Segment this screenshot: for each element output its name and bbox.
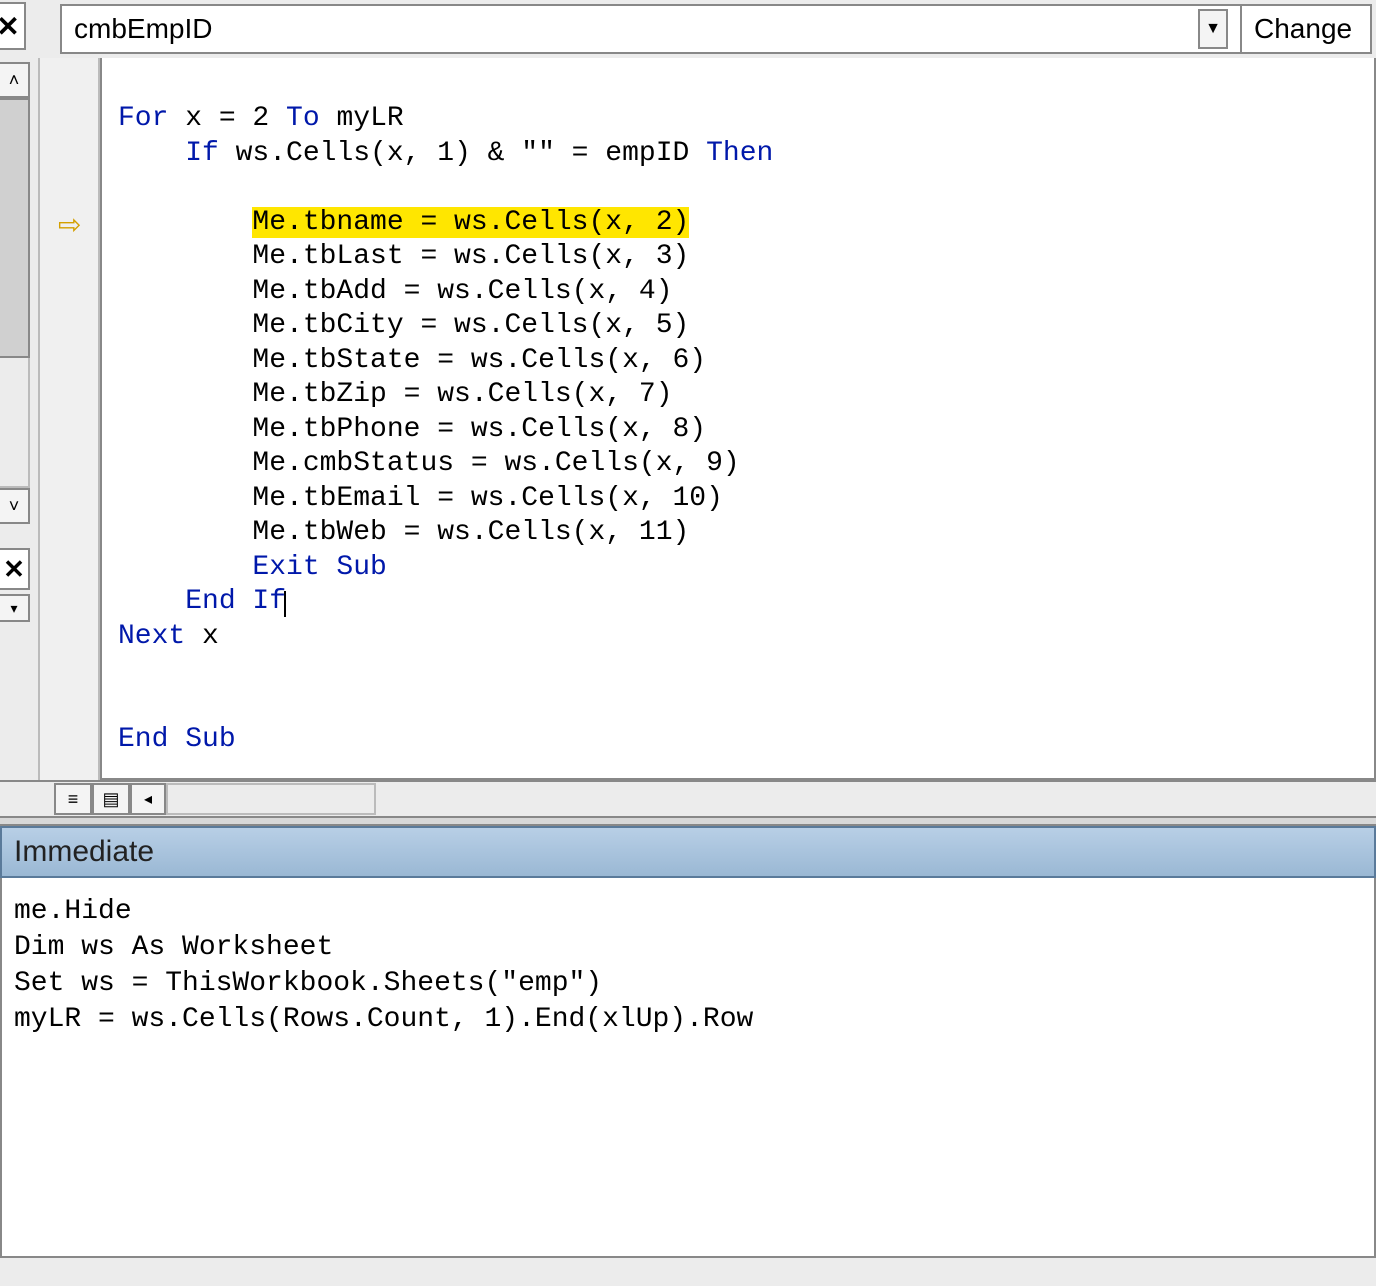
dropdown-icon: ▾ [10, 600, 17, 617]
hscroll-track[interactable] [166, 783, 376, 815]
procedure-combo[interactable]: Change [1242, 4, 1372, 54]
keyword-for: For [118, 103, 168, 134]
chevron-down-icon[interactable]: ▼ [1198, 9, 1228, 49]
code-line: Me.tbEmail = ws.Cells(x, 10) [252, 483, 722, 514]
code-line: Me.tbWeb = ws.Cells(x, 11) [252, 517, 689, 548]
code-text: x = 2 [168, 103, 286, 134]
panel-toggle[interactable]: ▾ [0, 594, 30, 622]
hscroll-left-button[interactable]: ◂ [130, 783, 166, 815]
keyword-end-sub: End Sub [118, 724, 236, 755]
keyword-end-if: End If [185, 586, 286, 617]
code-line: Me.tbCity = ws.Cells(x, 5) [252, 310, 689, 341]
code-line: Me.cmbStatus = ws.Cells(x, 9) [252, 448, 739, 479]
splitter-bar[interactable] [0, 816, 1376, 826]
code-line: Me.tbPhone = ws.Cells(x, 8) [252, 414, 706, 445]
procedure-combo-text: Change [1254, 13, 1352, 45]
immediate-line: Dim ws As Worksheet [14, 932, 333, 963]
chevron-up-icon: ˄ [9, 70, 20, 91]
view-mode-bar: ≡ ▤ ◂ [0, 780, 1376, 816]
keyword-exit-sub: Exit Sub [252, 552, 386, 583]
panel-close-button[interactable]: ✕ [0, 548, 30, 590]
scroll-up-button[interactable]: ˄ [0, 62, 30, 98]
code-text: myLR [320, 103, 404, 134]
immediate-window[interactable]: me.Hide Dim ws As Worksheet Set ws = Thi… [0, 878, 1376, 1258]
code-text: x [185, 621, 219, 652]
code-line: Me.tbState = ws.Cells(x, 6) [252, 345, 706, 376]
immediate-window-header[interactable]: Immediate [0, 826, 1376, 878]
code-line: Me.tbZip = ws.Cells(x, 7) [252, 379, 672, 410]
object-combo-text: cmbEmpID [74, 13, 1198, 45]
module-icon: ▤ [102, 789, 119, 810]
keyword-then: Then [706, 138, 773, 169]
code-line: Me.tbLast = ws.Cells(x, 3) [252, 241, 689, 272]
keyword-to: To [286, 103, 320, 134]
list-icon: ≡ [68, 789, 79, 810]
chevron-down-icon: ˅ [9, 496, 20, 517]
immediate-line: me.Hide [14, 896, 132, 927]
code-text: ws.Cells(x, 1) & "" = empID [219, 138, 706, 169]
immediate-line: myLR = ws.Cells(Rows.Count, 1).End(xlUp)… [14, 1004, 753, 1035]
close-icon: ✕ [3, 554, 25, 585]
code-line: Me.tbAdd = ws.Cells(x, 4) [252, 276, 672, 307]
scrollbar-thumb[interactable] [0, 98, 30, 358]
scroll-down-button[interactable]: ˅ [0, 488, 30, 524]
immediate-title: Immediate [14, 835, 154, 869]
close-icon: ✕ [0, 10, 20, 43]
code-editor[interactable]: For x = 2 To myLR If ws.Cells(x, 1) & ""… [100, 58, 1376, 780]
keyword-next: Next [118, 621, 185, 652]
vertical-scrollbar-area: ˄ ˅ ✕ ▾ [0, 58, 40, 780]
keyword-if: If [185, 138, 219, 169]
procedure-view-button[interactable]: ≡ [54, 783, 92, 815]
highlighted-line: Me.tbname = ws.Cells(x, 2) [252, 207, 689, 238]
object-combo[interactable]: cmbEmpID ▼ [60, 4, 1242, 54]
margin-indicator-bar[interactable]: ⇨ [40, 58, 100, 780]
close-button[interactable]: ✕ [0, 2, 26, 50]
chevron-left-icon: ◂ [144, 789, 152, 809]
immediate-line: Set ws = ThisWorkbook.Sheets("emp") [14, 968, 602, 999]
full-module-view-button[interactable]: ▤ [92, 783, 130, 815]
execution-pointer-icon: ⇨ [58, 208, 81, 241]
